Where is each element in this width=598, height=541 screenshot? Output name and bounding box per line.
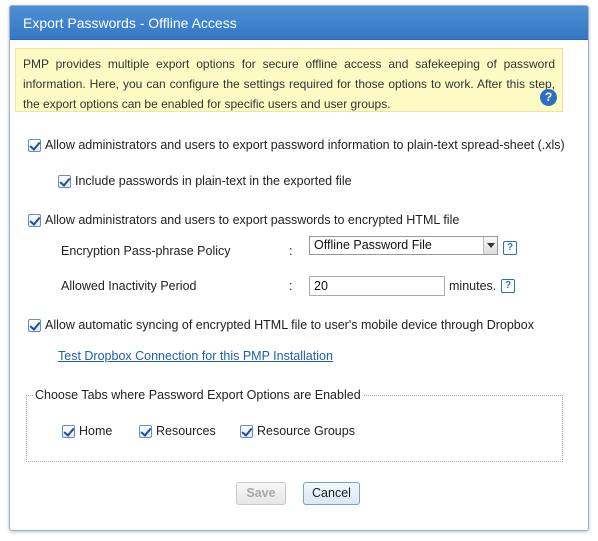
tab-resource-groups-checkbox[interactable]: [240, 424, 253, 438]
dialog-title: Export Passwords - Offline Access: [10, 6, 588, 40]
tab-resource-groups-label: Resource Groups: [257, 424, 355, 438]
cancel-button[interactable]: Cancel: [303, 482, 360, 505]
html-export-option[interactable]: Allow administrators and users to export…: [28, 213, 459, 227]
tab-option-resource-groups[interactable]: Resource Groups: [240, 424, 355, 438]
tab-option-home[interactable]: Home: [62, 424, 112, 438]
tab-option-resources[interactable]: Resources: [139, 424, 216, 438]
encryption-colon: :: [289, 244, 293, 258]
tab-resources-label: Resources: [156, 424, 216, 438]
tab-home-checkbox[interactable]: [62, 424, 75, 438]
info-text: PMP provides multiple export options for…: [23, 57, 555, 111]
inactivity-help-icon[interactable]: ?: [501, 279, 515, 293]
html-export-checkbox[interactable]: [28, 213, 41, 227]
minutes-unit-label: minutes.: [449, 279, 497, 293]
info-box: PMP provides multiple export options for…: [15, 48, 563, 112]
test-dropbox-link[interactable]: Test Dropbox Connection for this PMP Ins…: [58, 349, 333, 363]
include-plaintext-checkbox[interactable]: [58, 174, 71, 188]
encryption-policy-select[interactable]: Offline Password File: [309, 236, 498, 255]
dropbox-sync-checkbox[interactable]: [28, 318, 41, 332]
include-plaintext-label: Include passwords in plain-text in the e…: [75, 174, 352, 188]
dropbox-sync-option[interactable]: Allow automatic syncing of encrypted HTM…: [28, 318, 534, 332]
html-export-label: Allow administrators and users to export…: [45, 213, 460, 227]
tab-home-label: Home: [79, 424, 113, 438]
help-icon[interactable]: ?: [540, 89, 557, 106]
inactivity-period-input[interactable]: [309, 276, 445, 296]
encryption-help-icon[interactable]: ?: [503, 241, 517, 255]
tabs-legend: Choose Tabs where Password Export Option…: [33, 388, 363, 402]
chevron-down-icon[interactable]: [483, 237, 497, 254]
save-button[interactable]: Save: [236, 482, 286, 505]
xls-export-checkbox[interactable]: [28, 138, 41, 152]
encryption-policy-label: Encryption Pass-phrase Policy: [61, 244, 231, 258]
tab-resources-checkbox[interactable]: [139, 424, 152, 438]
xls-export-option[interactable]: Allow administrators and users to export…: [28, 138, 565, 152]
xls-export-label: Allow administrators and users to export…: [45, 138, 565, 152]
inactivity-period-label: Allowed Inactivity Period: [61, 279, 197, 293]
include-plaintext-option[interactable]: Include passwords in plain-text in the e…: [58, 174, 352, 188]
inactivity-colon: :: [289, 279, 293, 293]
dropbox-sync-label: Allow automatic syncing of encrypted HTM…: [45, 318, 534, 332]
encryption-policy-value: Offline Password File: [314, 238, 432, 252]
